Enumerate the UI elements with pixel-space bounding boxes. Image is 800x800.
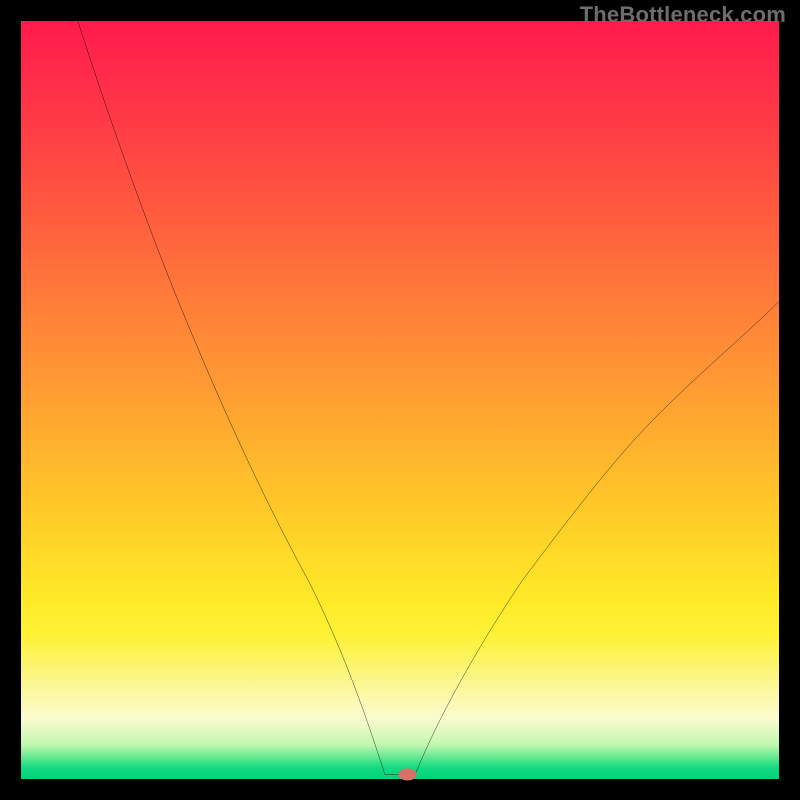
chart-frame: TheBottleneck.com: [0, 0, 800, 800]
optimum-marker: [398, 768, 416, 780]
curve-svg: [21, 21, 779, 779]
plot-area: [21, 21, 779, 779]
bottleneck-curve: [78, 21, 779, 774]
watermark-text: TheBottleneck.com: [580, 2, 786, 28]
